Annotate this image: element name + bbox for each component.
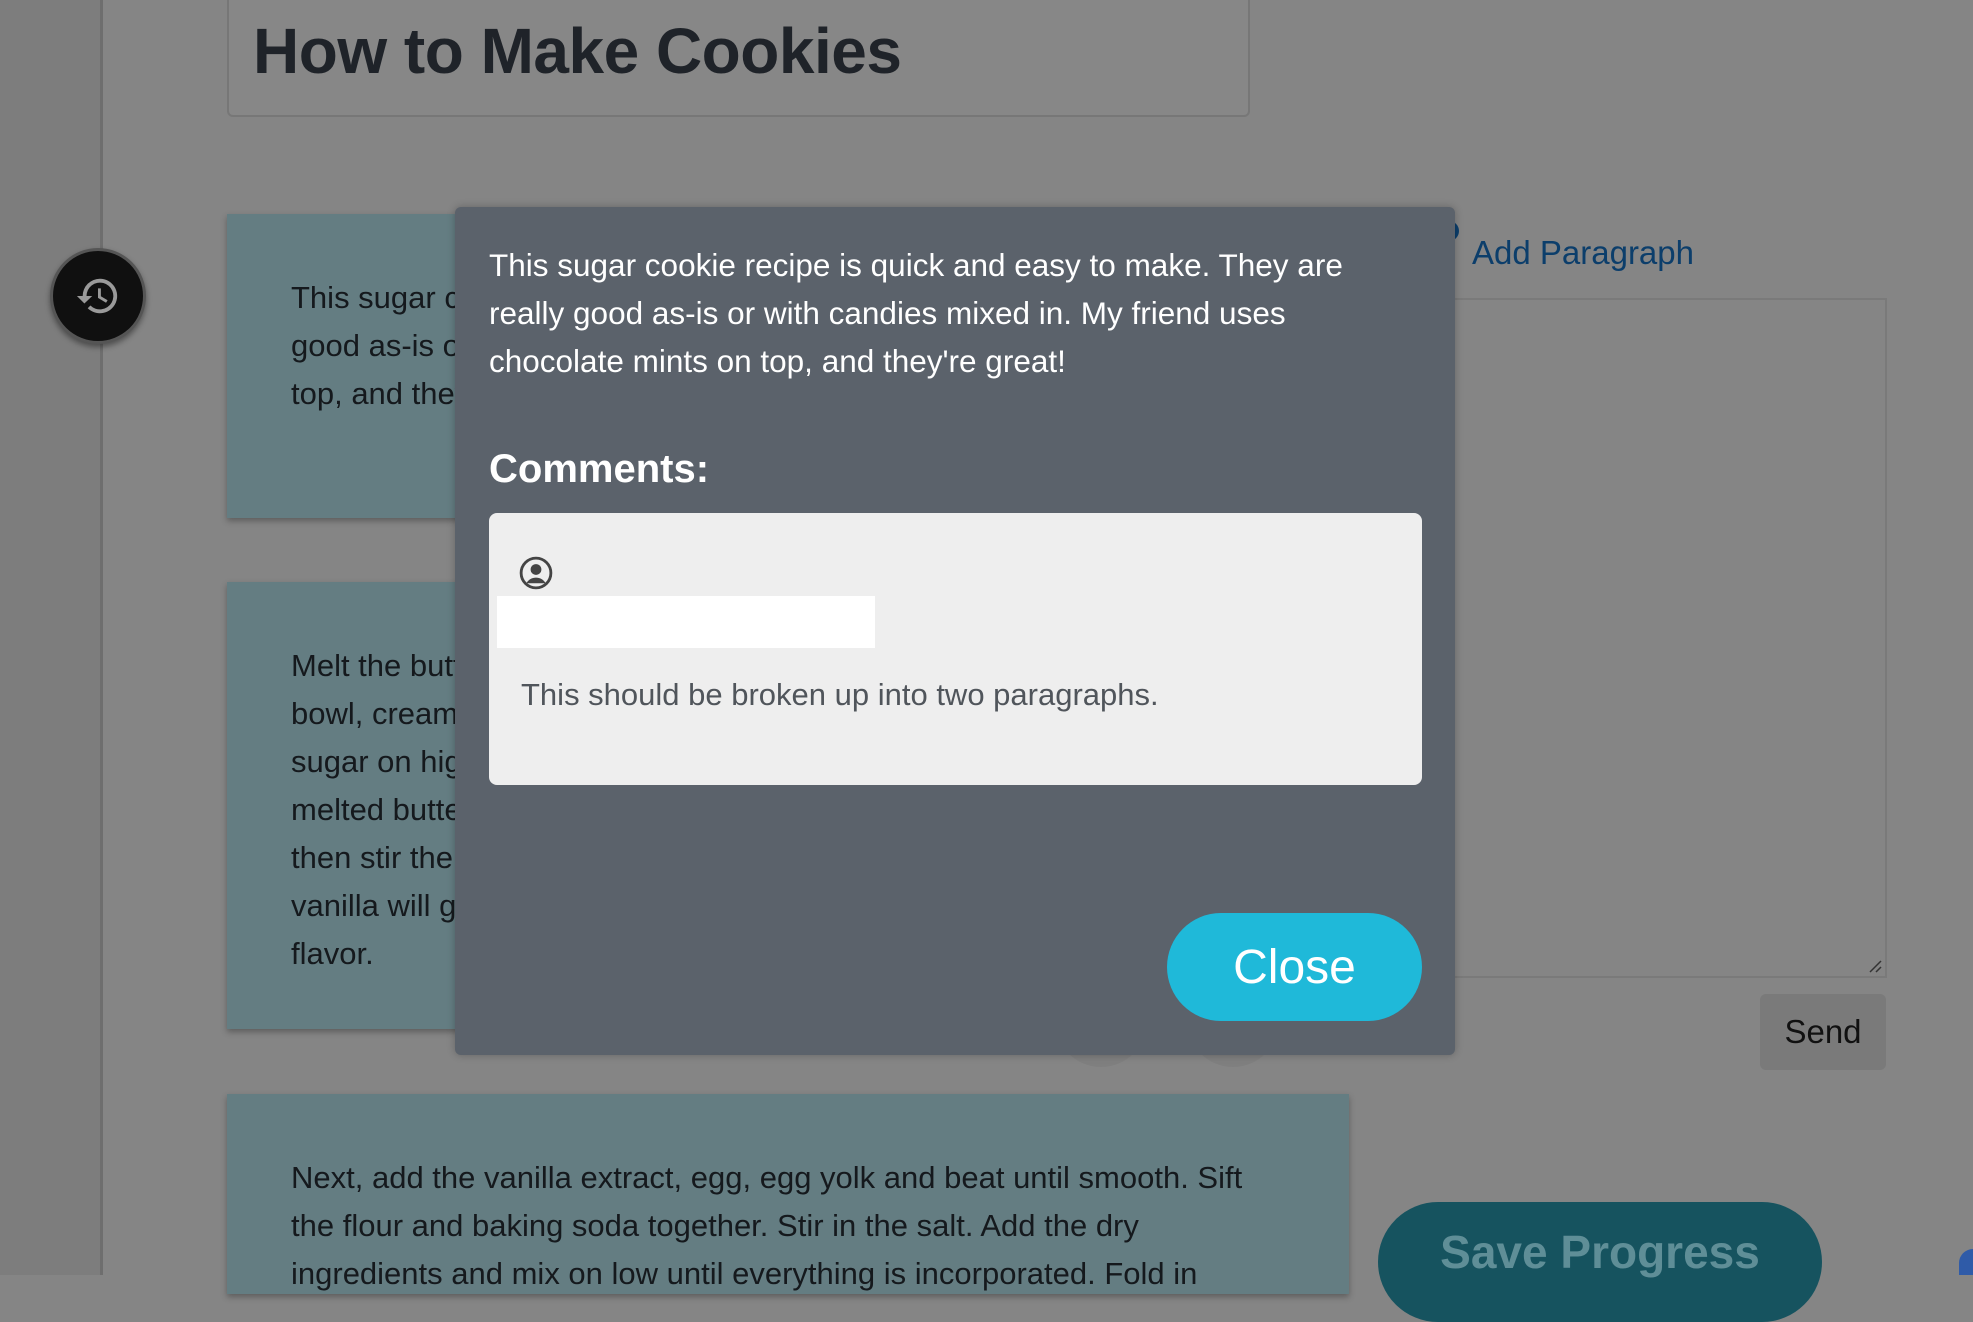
history-icon xyxy=(76,278,118,314)
add-paragraph-link[interactable]: Add Paragraph xyxy=(1472,234,1694,272)
user-circle-icon xyxy=(519,556,553,590)
comment-input[interactable] xyxy=(1440,298,1887,978)
history-button[interactable] xyxy=(50,248,146,344)
comment-text: This should be broken up into two paragr… xyxy=(521,677,1159,712)
send-button[interactable]: Send xyxy=(1760,994,1886,1070)
left-sidebar xyxy=(0,0,103,1275)
page-title: How to Make Cookies xyxy=(253,15,902,87)
paragraph-text: Next, add the vanilla extract, egg, egg … xyxy=(291,1160,1243,1291)
modal-paragraph-text: This sugar cookie recipe is quick and ea… xyxy=(489,247,1343,379)
comments-heading: Comments: xyxy=(489,447,710,491)
paragraph-comments-modal: This sugar cookie recipe is quick and ea… xyxy=(455,207,1455,1055)
close-button[interactable]: Close xyxy=(1167,913,1422,1021)
comment-item: This should be broken up into two paragr… xyxy=(489,513,1422,785)
document-title-field[interactable]: How to Make Cookies xyxy=(227,0,1250,117)
paragraph-card[interactable]: Next, add the vanilla extract, egg, egg … xyxy=(227,1094,1349,1294)
resize-handle-icon[interactable] xyxy=(1866,957,1882,973)
comment-author xyxy=(497,596,875,648)
save-progress-button[interactable]: Save Progress xyxy=(1378,1202,1822,1322)
corner-accent xyxy=(1959,1249,1973,1275)
